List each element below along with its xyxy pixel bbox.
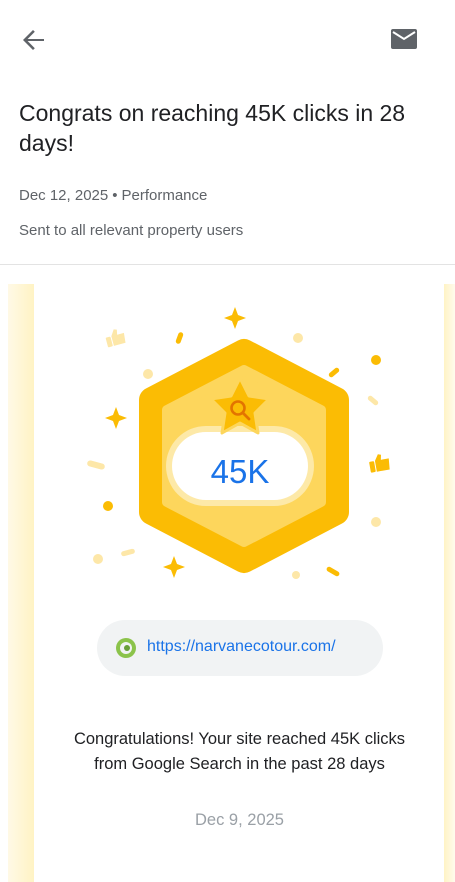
site-link-chip[interactable]: https://narvanecotour.com/ [97, 620, 383, 676]
milestone-date: Dec 9, 2025 [195, 811, 284, 829]
message-category: Performance [121, 187, 208, 204]
top-app-bar [0, 0, 455, 78]
milestone-badge: 45K [87, 307, 390, 579]
badge-value: 45K [211, 453, 270, 490]
divider [0, 264, 455, 265]
thumbs-up-icon-right [369, 454, 390, 473]
card-edge-right [444, 284, 455, 882]
mail-button[interactable] [388, 24, 420, 56]
arrow-back-icon [23, 30, 44, 50]
audience-note: Sent to all relevant property users [19, 222, 244, 239]
site-url-link[interactable]: https://narvanecotour.com/ [147, 638, 336, 656]
message-date: Dec 12, 2025 [19, 187, 109, 204]
milestone-card: 45K https://narvanecotour.com/ Congratul… [34, 284, 444, 882]
card-edge-left [8, 284, 34, 882]
meta-separator: • [112, 187, 118, 204]
mail-icon [391, 29, 417, 49]
back-button[interactable] [18, 24, 50, 56]
congrats-message: Congratulations! Your site reached 45K c… [73, 730, 406, 773]
message-title: Congrats on reaching 45K clicks in 28 da… [19, 100, 406, 156]
message-meta: Dec 12, 2025 • Performance [19, 187, 207, 204]
thumbs-up-icon-left [105, 329, 126, 348]
message-card-area: 45K https://narvanecotour.com/ Congratul… [0, 284, 455, 882]
site-favicon-icon [116, 638, 136, 658]
